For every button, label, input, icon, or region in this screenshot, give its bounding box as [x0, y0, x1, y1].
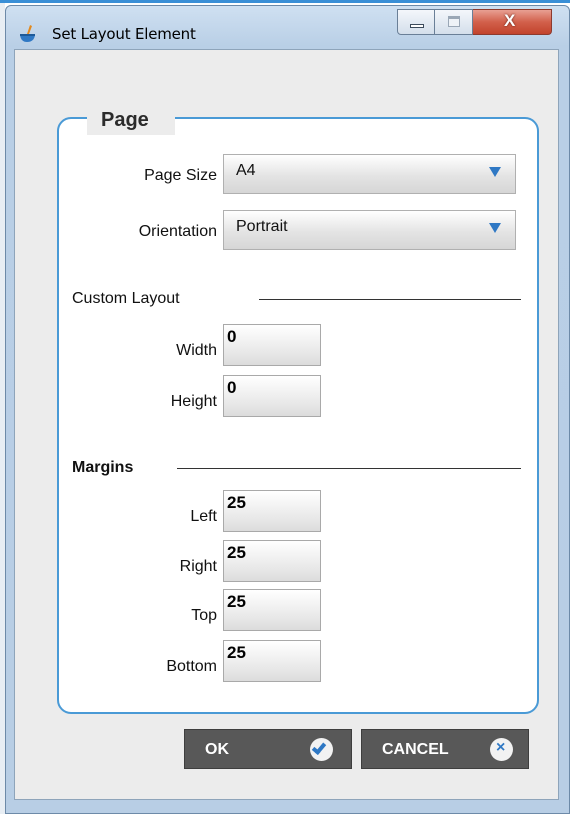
height-label: Height — [170, 393, 217, 410]
dialog-body: Page Page Size A4 Orientation Portrait C… — [14, 49, 559, 800]
orientation-value: Portrait — [236, 218, 288, 235]
close-button[interactable]: X — [473, 9, 552, 35]
margins-heading: Margins — [72, 459, 134, 476]
cancel-button-label: CANCEL — [382, 741, 449, 758]
height-field[interactable] — [223, 375, 321, 417]
left-margin-field[interactable] — [223, 490, 321, 532]
title-bar[interactable]: Set Layout Element X — [6, 6, 569, 54]
width-field[interactable] — [223, 324, 321, 366]
bottom-margin-field[interactable] — [223, 640, 321, 682]
custom-layout-divider — [259, 299, 521, 300]
minimize-icon — [410, 24, 424, 28]
ok-button[interactable]: OK — [184, 729, 352, 769]
orientation-select[interactable]: Portrait — [223, 210, 516, 250]
maximize-icon — [448, 16, 460, 27]
close-icon: X — [504, 11, 516, 30]
right-margin-label: Right — [179, 558, 217, 575]
top-accent-line — [0, 0, 570, 3]
app-icon — [20, 25, 35, 42]
window-title: Set Layout Element — [52, 25, 196, 43]
top-margin-field[interactable] — [223, 589, 321, 631]
minimize-button[interactable] — [397, 9, 435, 35]
right-margin-field[interactable] — [223, 540, 321, 582]
orientation-label: Orientation — [138, 223, 217, 240]
ok-button-label: OK — [205, 741, 229, 758]
checkmark-icon — [310, 738, 333, 761]
dialog-window: Set Layout Element X Page Page Size A4 O… — [5, 5, 570, 814]
page-size-value: A4 — [236, 162, 256, 179]
chevron-down-icon — [489, 167, 501, 177]
cancel-button[interactable]: CANCEL × — [361, 729, 529, 769]
close-circle-icon: × — [490, 738, 513, 761]
bottom-margin-label: Bottom — [166, 658, 217, 675]
left-margin-label: Left — [190, 508, 217, 525]
page-group: Page Page Size A4 Orientation Portrait C… — [57, 105, 539, 714]
page-size-select[interactable]: A4 — [223, 154, 516, 194]
group-title: Page — [101, 109, 149, 131]
width-label: Width — [176, 342, 217, 359]
page-size-label: Page Size — [144, 167, 217, 184]
custom-layout-heading: Custom Layout — [72, 290, 180, 307]
top-margin-label: Top — [191, 607, 217, 624]
chevron-down-icon — [489, 223, 501, 233]
maximize-button[interactable] — [435, 9, 473, 35]
margins-divider — [177, 468, 521, 469]
